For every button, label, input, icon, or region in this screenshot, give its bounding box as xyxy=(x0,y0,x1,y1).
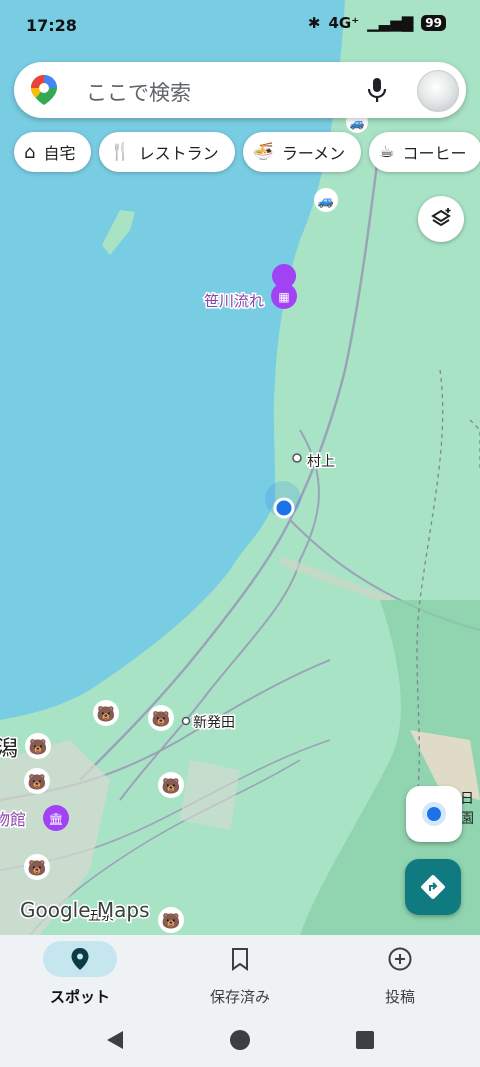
home-nav-icon[interactable] xyxy=(229,1029,251,1051)
search-bar[interactable]: ここで検索 xyxy=(14,62,466,118)
home-icon: ⌂ xyxy=(24,141,36,163)
category-chips: ⌂ 自宅 🍴 レストラン 🍜 ラーメン ☕ コーヒー xyxy=(14,132,480,174)
bottom-navigation: スポット 保存済み 投稿 xyxy=(0,935,480,1015)
nav-saved[interactable]: 保存済み xyxy=(180,941,300,1007)
network-type: 4G⁺ xyxy=(328,14,360,32)
microphone-icon[interactable] xyxy=(366,76,388,104)
chip-coffee[interactable]: ☕ コーヒー xyxy=(369,132,480,172)
recents-icon[interactable] xyxy=(355,1030,375,1050)
ramen-bowl-icon: 🍜 xyxy=(252,142,274,162)
place-label-sasagawa[interactable]: 笹川流れ xyxy=(202,291,265,312)
status-bar: 17:28 ✱ 4G⁺ ▁▃▅▇ 99 xyxy=(0,0,480,50)
chip-label: ラーメン xyxy=(281,144,346,163)
bear-sighting-icon[interactable]: 🐻 xyxy=(162,776,181,795)
maps-pin-logo-icon xyxy=(31,75,57,105)
traffic-car-icon[interactable]: 🚙 xyxy=(318,194,334,209)
my-location-icon xyxy=(422,802,446,826)
nav-contribute[interactable]: 投稿 xyxy=(340,941,460,1007)
nav-label: 投稿 xyxy=(384,988,415,1006)
place-label-murakami[interactable]: 村上 xyxy=(306,453,337,472)
chip-label: コーヒー xyxy=(402,144,467,163)
battery-level: 99 xyxy=(421,15,446,31)
directions-button[interactable] xyxy=(405,859,461,915)
place-label-partial-1[interactable]: 日 xyxy=(460,791,474,807)
chip-ramen[interactable]: 🍜 ラーメン xyxy=(242,132,362,172)
layers-button[interactable] xyxy=(418,196,464,242)
account-avatar[interactable] xyxy=(417,70,459,112)
chip-home[interactable]: ⌂ 自宅 xyxy=(14,132,92,172)
layers-icon xyxy=(431,208,451,227)
bear-sighting-icon[interactable]: 🐻 xyxy=(29,737,48,756)
current-location-dot xyxy=(273,497,295,519)
svg-text:▦: ▦ xyxy=(278,290,289,304)
fork-knife-icon: 🍴 xyxy=(109,142,131,162)
my-location-button[interactable] xyxy=(406,786,462,842)
add-circle-icon xyxy=(388,947,412,971)
place-label-museum-partial[interactable]: 物館 xyxy=(0,809,28,831)
place-label-partial-2[interactable]: 園 xyxy=(460,811,474,827)
search-input[interactable]: ここで検索 xyxy=(86,77,191,107)
signal-icon: ▁▃▅▇ xyxy=(367,14,414,32)
directions-icon xyxy=(421,875,445,899)
bear-sighting-icon[interactable]: 🐻 xyxy=(97,704,116,723)
bear-sighting-icon[interactable]: 🐻 xyxy=(162,911,181,930)
svg-text:🏛: 🏛 xyxy=(48,812,63,826)
nav-label: スポット xyxy=(49,988,110,1006)
bear-sighting-icon[interactable]: 🐻 xyxy=(28,858,47,877)
chip-restaurants[interactable]: 🍴 レストラン xyxy=(99,132,235,172)
back-icon[interactable] xyxy=(104,1029,126,1051)
status-time: 17:28 xyxy=(26,16,77,35)
chip-label: 自宅 xyxy=(43,144,76,163)
place-label-shibata[interactable]: 新発田 xyxy=(192,714,237,733)
google-maps-logo: Google Maps xyxy=(20,898,150,922)
traffic-car-icon-2[interactable]: 🚙 xyxy=(350,116,365,130)
nav-explore[interactable]: スポット xyxy=(20,941,140,1007)
bookmark-icon xyxy=(232,948,248,971)
place-label-niigata-partial[interactable]: 潟 xyxy=(0,736,20,764)
system-navigation-bar xyxy=(0,1015,480,1067)
coffee-cup-icon: ☕ xyxy=(379,142,395,162)
bear-sighting-icon[interactable]: 🐻 xyxy=(28,772,47,791)
chip-label: レストラン xyxy=(138,144,219,163)
location-pin-icon xyxy=(71,948,89,970)
nav-label: 保存済み xyxy=(209,988,270,1006)
bear-sighting-icon[interactable]: 🐻 xyxy=(152,709,171,728)
bluetooth-icon: ✱ xyxy=(307,14,321,32)
